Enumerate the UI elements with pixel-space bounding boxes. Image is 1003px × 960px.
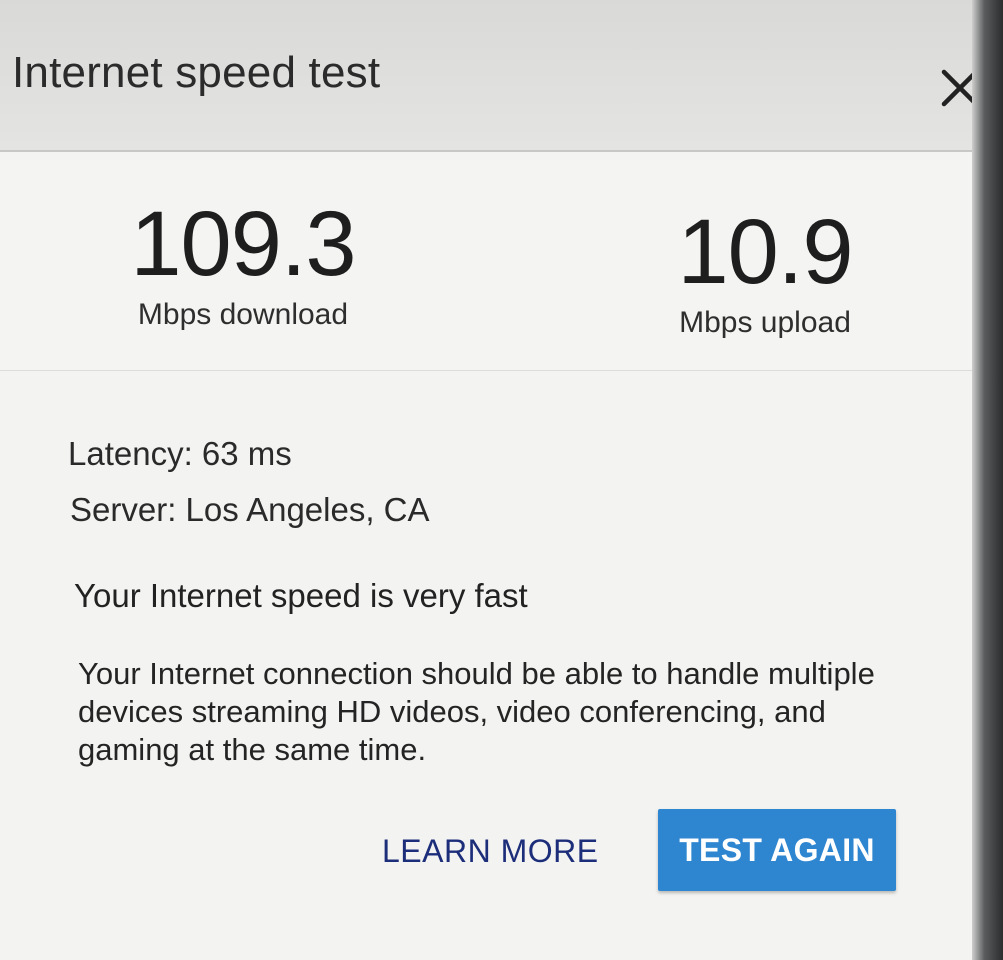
learn-more-link[interactable]: LEARN MORE <box>382 833 599 870</box>
latency-text: Latency: 63 ms <box>68 435 292 472</box>
speed-test-dialog: Internet speed test 109.3 Mbps download … <box>0 0 979 960</box>
download-metric: 109.3 Mbps download <box>118 198 368 332</box>
test-again-button[interactable]: TEST AGAIN <box>658 809 896 891</box>
details-panel: Latency: 63 ms Server: Los Angeles, CA Y… <box>0 371 972 960</box>
download-speed-unit: Mbps download <box>137 298 349 331</box>
dialog-header: Internet speed test <box>0 0 979 152</box>
download-speed-value: 109.3 <box>130 193 356 295</box>
upload-metric: 10.9 Mbps upload <box>660 206 870 340</box>
dialog-title: Internet speed test <box>12 48 381 97</box>
upload-speed-unit: Mbps upload <box>679 306 851 339</box>
speed-verdict: Your Internet speed is very fast <box>74 577 528 614</box>
speed-description: Your Internet connection should be able … <box>78 656 875 767</box>
screen-bezel <box>972 0 1003 960</box>
upload-speed-value: 10.9 <box>677 201 853 303</box>
results-panel: 109.3 Mbps download 10.9 Mbps upload <box>0 152 972 371</box>
server-text: Server: Los Angeles, CA <box>70 491 430 528</box>
